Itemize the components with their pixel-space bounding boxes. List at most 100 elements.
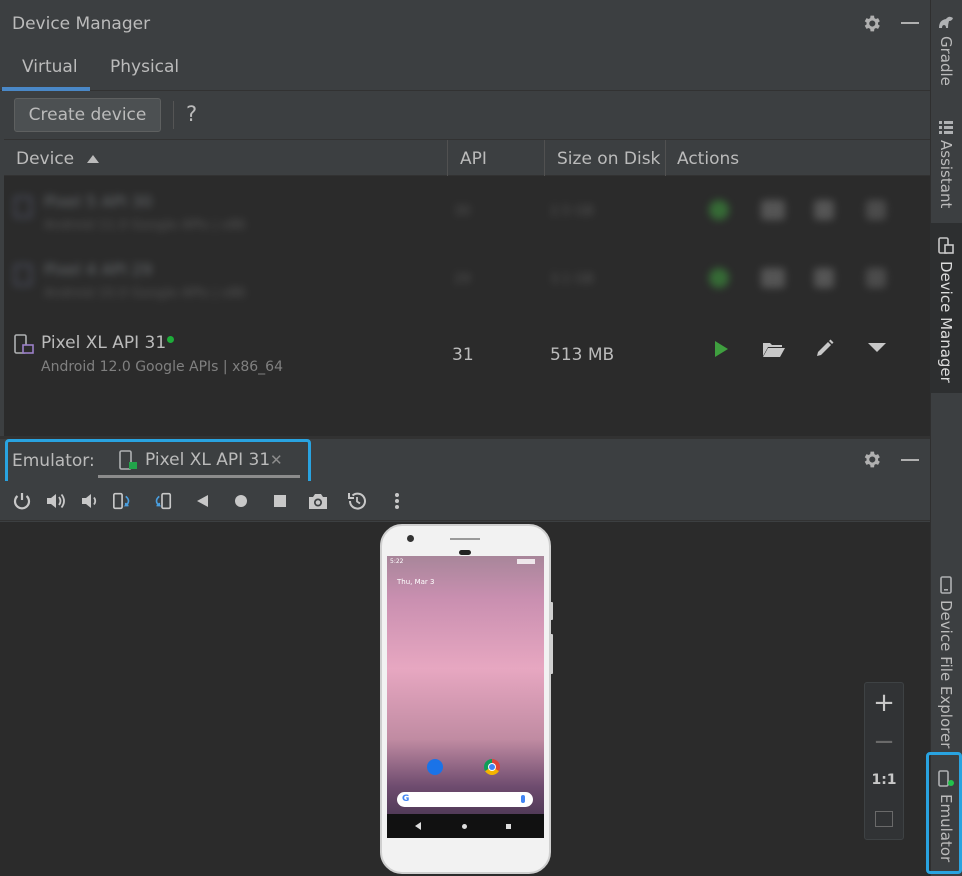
table-row[interactable]: Pixel 5 API 30 Android 11.0 Google APIs … xyxy=(4,182,930,246)
device-size: 2.5 GB xyxy=(550,204,594,219)
phone-back-icon[interactable] xyxy=(415,822,422,830)
more-actions-icon[interactable] xyxy=(866,268,886,288)
overview-icon[interactable] xyxy=(269,490,291,512)
google-search-bar[interactable]: G xyxy=(397,792,533,807)
minimize-icon[interactable] xyxy=(901,22,919,24)
emulator-device-tab[interactable]: Pixel XL API 31 ✕ xyxy=(96,443,302,479)
chrome-app-icon[interactable] xyxy=(484,759,500,775)
emulator-gear-icon[interactable] xyxy=(861,449,882,473)
rotate-right-icon[interactable] xyxy=(151,490,173,512)
play-icon[interactable] xyxy=(709,200,729,220)
column-api[interactable]: API xyxy=(460,149,487,169)
stripe-label: Device Manager xyxy=(937,261,955,383)
panel-title: Device Manager xyxy=(12,14,151,34)
help-button[interactable]: ? xyxy=(186,102,197,126)
phone-date: Thu, Mar 3 xyxy=(397,578,435,586)
open-folder-icon[interactable] xyxy=(762,340,786,358)
table-header: Device API Size on Disk Actions xyxy=(4,139,930,176)
back-icon[interactable] xyxy=(191,490,213,512)
table-row[interactable]: Pixel XL API 31 Android 12.0 Google APIs… xyxy=(4,320,930,386)
run-device-icon[interactable] xyxy=(712,340,730,358)
phone-screen[interactable]: 5:22 Thu, Mar 3 G xyxy=(387,556,544,838)
minimize-icon[interactable] xyxy=(901,459,919,461)
screenshot-icon[interactable] xyxy=(307,490,329,512)
list-icon xyxy=(939,121,953,134)
stripe-label: Assistant xyxy=(937,140,955,209)
volume-up-icon[interactable] xyxy=(45,490,67,512)
sort-ascending-icon xyxy=(86,155,99,163)
device-subtitle: Android 10.0 Google APIs | x86 xyxy=(44,286,246,301)
column-size[interactable]: Size on Disk xyxy=(557,149,660,169)
phone-status-icons xyxy=(517,559,535,564)
edit-icon[interactable] xyxy=(814,200,834,220)
camera-dot xyxy=(407,535,414,542)
online-status-dot xyxy=(167,336,174,343)
more-icon[interactable] xyxy=(386,490,408,512)
tab-virtual[interactable]: Virtual xyxy=(22,57,78,77)
stripe-tab-assistant[interactable]: Assistant xyxy=(930,120,962,208)
device-subtitle: Android 11.0 Google APIs | x86 xyxy=(44,218,246,233)
toolbar-separator xyxy=(173,101,174,129)
device-table-body: Pixel 5 API 30 Android 11.0 Google APIs … xyxy=(4,176,930,436)
phone-nav-bar xyxy=(387,814,544,838)
google-g-icon: G xyxy=(402,794,410,804)
emulator-display: 5:22 Thu, Mar 3 G + − 1:1 xyxy=(0,522,930,876)
device-running-icon xyxy=(119,450,137,470)
zoom-in-button[interactable]: + xyxy=(865,688,903,718)
gradle-icon xyxy=(939,16,953,28)
column-actions: Actions xyxy=(677,149,740,169)
zoom-controls: + − 1:1 xyxy=(864,682,904,840)
emulator-tab-label: Pixel XL API 31 xyxy=(145,450,271,470)
table-row[interactable]: Pixel 4 API 29 Android 10.0 Google APIs … xyxy=(4,250,930,314)
volume-down-icon[interactable] xyxy=(79,490,101,512)
device-name: Pixel 5 API 30 xyxy=(44,192,153,211)
zoom-out-button[interactable]: − xyxy=(865,727,903,757)
folder-icon[interactable] xyxy=(761,268,785,288)
chevron-down-icon[interactable] xyxy=(867,342,887,354)
more-actions-icon[interactable] xyxy=(866,200,886,220)
close-icon[interactable]: ✕ xyxy=(270,451,283,469)
power-icon[interactable] xyxy=(11,490,33,512)
tab-physical[interactable]: Physical xyxy=(110,57,179,77)
mic-icon xyxy=(521,795,525,803)
tabs-divider xyxy=(0,90,930,91)
snapshot-icon[interactable] xyxy=(346,490,368,512)
emulator-running-icon xyxy=(938,770,954,787)
phone-status-time: 5:22 xyxy=(390,558,404,565)
device-size: 3.1 GB xyxy=(550,272,594,287)
edit-icon[interactable] xyxy=(814,268,834,288)
emulator-toolbar xyxy=(0,481,930,521)
rotate-left-icon[interactable] xyxy=(112,490,134,512)
messages-app-icon[interactable] xyxy=(427,759,443,775)
device-api: 30 xyxy=(454,204,471,219)
speaker xyxy=(459,550,471,555)
device-name: Pixel XL API 31 xyxy=(41,333,167,353)
play-icon[interactable] xyxy=(709,268,729,288)
home-icon[interactable] xyxy=(230,490,252,512)
edit-pencil-icon[interactable] xyxy=(815,338,835,358)
fit-screen-icon[interactable] xyxy=(875,811,893,827)
tab-selected-indicator xyxy=(2,87,90,91)
phone-recents-icon[interactable] xyxy=(506,824,511,829)
folder-icon[interactable] xyxy=(761,200,785,220)
column-separator xyxy=(447,140,448,176)
device-icon xyxy=(14,264,32,286)
stripe-tab-gradle[interactable]: Gradle xyxy=(930,14,962,86)
device-manager-icon xyxy=(938,237,954,254)
stripe-label: Gradle xyxy=(937,36,955,86)
create-device-button[interactable]: Create device xyxy=(14,98,161,132)
device-icon xyxy=(14,196,32,218)
stripe-label: Device File Explorer xyxy=(937,600,955,749)
phone-volume-key xyxy=(549,634,553,674)
column-separator xyxy=(544,140,545,176)
device-api: 29 xyxy=(454,272,471,287)
stripe-tab-device-file-explorer[interactable]: Device File Explorer xyxy=(930,576,962,748)
device-file-icon xyxy=(940,576,952,594)
gear-icon[interactable] xyxy=(861,13,882,37)
phone-home-icon[interactable] xyxy=(462,824,467,829)
device-phone-icon xyxy=(14,334,34,354)
stripe-tab-device-manager[interactable]: Device Manager xyxy=(930,223,962,393)
column-device[interactable]: Device xyxy=(16,149,100,169)
stripe-tab-emulator[interactable]: Emulator xyxy=(930,770,962,862)
zoom-actual-size-button[interactable]: 1:1 xyxy=(865,772,903,788)
